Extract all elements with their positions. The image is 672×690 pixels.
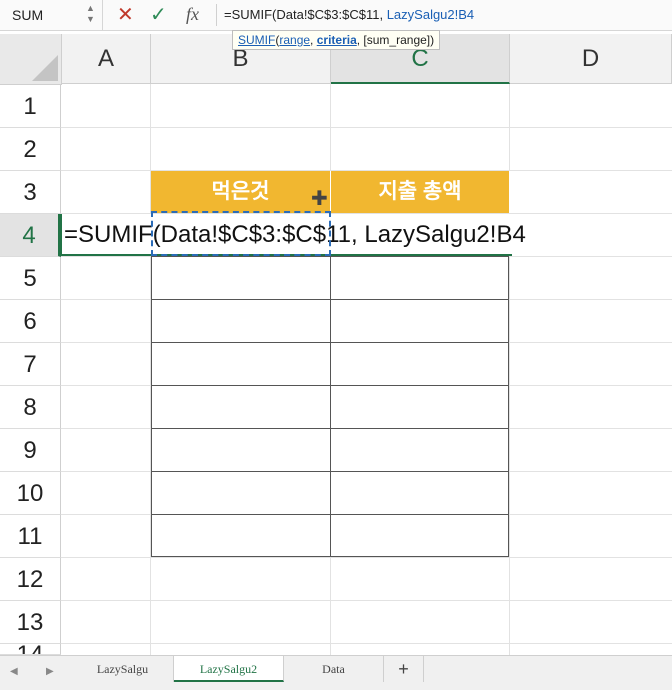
sheet-tab-lazysalgu2[interactable]: LazySalgu2 — [174, 656, 284, 682]
tooltip-rest: , [sum_range]) — [356, 33, 435, 47]
gridline — [61, 127, 672, 128]
cell-cursor-icon: ✚ — [311, 188, 328, 210]
row-header-9[interactable]: 9 — [0, 429, 61, 472]
column-header-d[interactable]: D — [510, 34, 672, 84]
select-all-corner[interactable] — [0, 34, 62, 85]
row-header-6[interactable]: 6 — [0, 300, 61, 343]
formula-reference: LazySalgu2!B4 — [386, 7, 475, 22]
gridline — [61, 557, 672, 558]
gridline — [509, 84, 510, 655]
cell-b3-header[interactable]: 먹은것 — [151, 171, 331, 213]
tooltip-arg-criteria[interactable]: criteria — [317, 33, 357, 47]
row-header-5[interactable]: 5 — [0, 257, 61, 300]
formula-bar-divider — [216, 4, 217, 26]
formula-text: =SUMIF(Data!$C$3:$C$11, — [224, 7, 387, 22]
row-header-7[interactable]: 7 — [0, 343, 61, 386]
tooltip-function-link[interactable]: SUMIF — [238, 33, 275, 47]
row-header-2[interactable]: 2 — [0, 128, 61, 171]
add-sheet-button[interactable]: + — [384, 656, 424, 682]
row-header-13[interactable]: 13 — [0, 601, 61, 644]
select-all-icon — [32, 55, 58, 81]
sheet-tab-lazysalgu[interactable]: LazySalgu — [72, 656, 174, 682]
insert-function-icon[interactable]: fx — [186, 4, 199, 25]
tooltip-comma: , — [310, 33, 317, 47]
enter-icon[interactable]: ✓ — [150, 2, 167, 27]
scroll-tabs-right-icon[interactable]: ▶ — [46, 666, 54, 677]
scroll-tabs-left-icon[interactable]: ◀ — [10, 666, 18, 677]
cell-c3-header[interactable]: 지출 총액 — [331, 171, 510, 213]
row-header-11[interactable]: 11 — [0, 515, 61, 558]
cancel-icon[interactable]: ✕ — [117, 2, 134, 27]
sheet-tab-bar: ◀ ▶ LazySalgu LazySalgu2 Data + — [0, 655, 672, 690]
row-header-12[interactable]: 12 — [0, 558, 61, 601]
row-header-14[interactable]: 14 — [0, 644, 61, 655]
gridline — [61, 643, 672, 644]
name-box-value: SUM — [12, 7, 44, 23]
row-header-8[interactable]: 8 — [0, 386, 61, 429]
tooltip-arg-range[interactable]: range — [279, 33, 310, 47]
formula-input[interactable]: =SUMIF(Data!$C$3:$C$11, LazySalgu2!B4 — [224, 7, 474, 22]
row-header-10[interactable]: 10 — [0, 472, 61, 515]
active-cell-editor[interactable]: =SUMIF(Data!$C$3:$C$11, LazySalgu2!B4 — [60, 214, 526, 256]
formula-bar: SUM ▲ ▼ ✕ ✓ fx =SUMIF(Data!$C$3:$C$11, La… — [0, 0, 672, 31]
sheet-tab-data[interactable]: Data — [284, 656, 384, 682]
gridline — [61, 600, 672, 601]
row-header-1[interactable]: 1 — [0, 85, 61, 128]
table-column-border — [330, 256, 331, 557]
name-box[interactable]: SUM ▲ ▼ — [0, 0, 103, 30]
function-argument-tooltip: SUMIF(range, criteria, [sum_range]) — [232, 30, 441, 50]
name-box-dropdown-icon[interactable]: ▲ ▼ — [86, 3, 95, 25]
column-header-a[interactable]: A — [62, 34, 151, 84]
row-header-4[interactable]: 4 — [0, 214, 61, 257]
row-header-3[interactable]: 3 — [0, 171, 61, 214]
